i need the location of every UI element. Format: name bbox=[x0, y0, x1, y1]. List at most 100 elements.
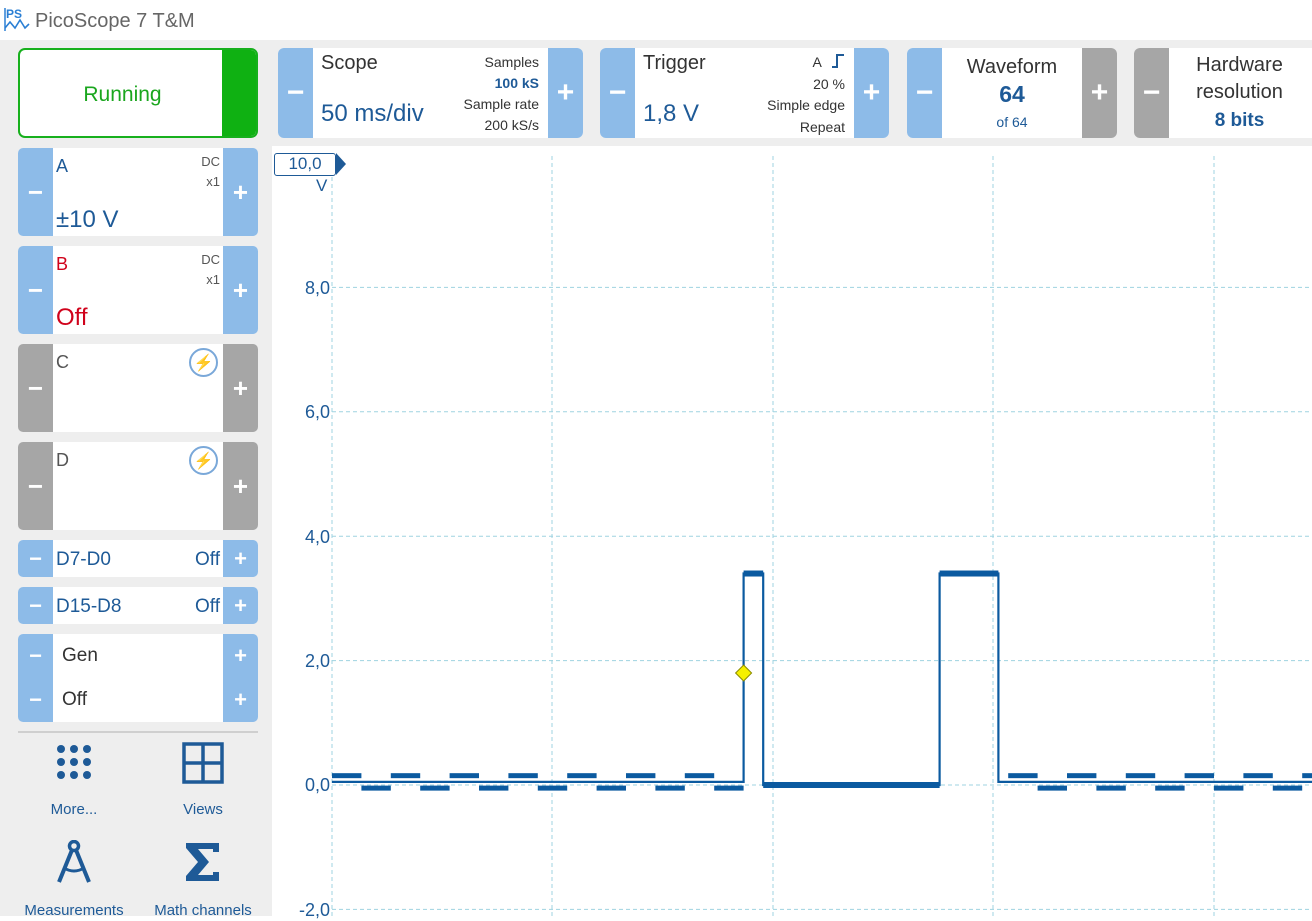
resolution-info: Hardware resolution 8 bits bbox=[1169, 48, 1310, 138]
math-channels-label: Math channels bbox=[154, 902, 252, 919]
generator-value-minus-button[interactable]: − bbox=[18, 678, 53, 722]
scope-sample-info: Samples 100 kS Sample rate 200 kS/s bbox=[464, 52, 539, 136]
channel-c-plus-button[interactable]: + bbox=[223, 344, 258, 432]
hardware-resolution-panel[interactable]: − Hardware resolution 8 bits bbox=[1134, 48, 1312, 138]
trigger-marker[interactable] bbox=[734, 664, 753, 682]
channel-a-trace bbox=[332, 572, 1312, 787]
channel-d-panel[interactable]: − D ⚡ + bbox=[18, 442, 258, 530]
waveform-info: Waveform 64 of 64 bbox=[942, 48, 1082, 138]
channel-d-plus-button[interactable]: + bbox=[223, 442, 258, 530]
generator-value: Off bbox=[62, 689, 87, 710]
trace-band bbox=[1155, 785, 1185, 791]
resolution-minus-button[interactable]: − bbox=[1134, 48, 1169, 138]
trigger-level-value: 1,8 V bbox=[643, 100, 700, 127]
trace-band bbox=[567, 773, 597, 779]
waveform-next-button[interactable]: + bbox=[1082, 48, 1117, 138]
y-axis-label-4: 4,0 bbox=[304, 527, 330, 547]
timebase-minus-button[interactable]: − bbox=[278, 48, 313, 138]
channel-c-power-icon[interactable]: ⚡ bbox=[189, 348, 218, 377]
channel-b-panel[interactable]: − B DC x1 Off + bbox=[18, 246, 258, 334]
samples-value: 100 kS bbox=[494, 75, 539, 91]
trigger-mode: Repeat bbox=[799, 118, 845, 135]
trace-band bbox=[1214, 785, 1244, 791]
channel-b-plus-button[interactable]: + bbox=[223, 246, 258, 334]
trigger-panel[interactable]: − Trigger 1,8 V A 20 % Simple edge Repea… bbox=[600, 48, 889, 138]
run-indicator bbox=[222, 50, 256, 136]
trigger-minus-button[interactable]: − bbox=[600, 48, 635, 138]
trace-band bbox=[449, 773, 479, 779]
generator-value-row: − Off + bbox=[18, 678, 258, 722]
views-grid-icon bbox=[182, 742, 224, 784]
trigger-plus-button[interactable]: + bbox=[854, 48, 889, 138]
waveform-panel[interactable]: − Waveform 64 of 64 + bbox=[907, 48, 1117, 138]
generator-plus-button[interactable]: + bbox=[223, 634, 258, 678]
trace-band bbox=[1096, 785, 1126, 791]
y-axis-label-8: 8,0 bbox=[304, 278, 330, 298]
waveform-plot[interactable] bbox=[272, 146, 1312, 916]
resolution-value: 8 bits bbox=[1214, 110, 1265, 131]
scope-panel[interactable]: − Scope 50 ms/div Samples 100 kS Sample … bbox=[278, 48, 583, 138]
scope-view[interactable] bbox=[272, 146, 1312, 916]
channel-c-panel[interactable]: − C ⚡ + bbox=[18, 344, 258, 432]
trace-band bbox=[743, 570, 764, 577]
math-channels-button[interactable]: Math channels bbox=[146, 840, 260, 919]
trace-noise-bands bbox=[332, 570, 1312, 791]
generator-row: − Gen + bbox=[18, 634, 258, 678]
trace-band bbox=[420, 785, 450, 791]
generator-minus-button[interactable]: − bbox=[18, 634, 53, 678]
generator-value-plus-button[interactable]: + bbox=[223, 678, 258, 722]
digital-d7-d0-panel[interactable]: − D7-D0 Off + bbox=[18, 540, 258, 577]
sigma-icon bbox=[186, 843, 219, 881]
views-label: Views bbox=[183, 801, 223, 818]
resolution-title-line1: Hardware bbox=[1196, 54, 1283, 76]
channel-a-coupling: DC x1 bbox=[201, 154, 220, 189]
picoscope-logo-icon: PS bbox=[4, 7, 30, 31]
run-stop-button[interactable]: Running bbox=[18, 48, 258, 138]
plot-grid bbox=[331, 156, 1312, 916]
resolution-title-line2: resolution bbox=[1196, 81, 1283, 103]
digital-d7-d0-plus-button[interactable]: + bbox=[223, 540, 258, 577]
trigger-channel: A bbox=[812, 54, 822, 70]
rising-edge-icon bbox=[832, 54, 844, 68]
trigger-pretrigger: 20 % bbox=[813, 75, 845, 92]
trace-band bbox=[1008, 773, 1038, 779]
digital-d15-d8-plus-button[interactable]: + bbox=[223, 587, 258, 624]
channel-d-power-icon[interactable]: ⚡ bbox=[189, 446, 218, 475]
measurements-label: Measurements bbox=[24, 902, 124, 919]
channel-a-minus-button[interactable]: − bbox=[18, 148, 53, 236]
more-label: More... bbox=[50, 801, 98, 818]
waveform-prev-button[interactable]: − bbox=[907, 48, 942, 138]
channel-c-name: C bbox=[56, 352, 69, 372]
channel-b-name: B bbox=[56, 254, 69, 274]
trace-band bbox=[361, 785, 391, 791]
range-flag-arrow bbox=[336, 153, 346, 175]
channel-a-plus-button[interactable]: + bbox=[223, 148, 258, 236]
views-button[interactable]: Views bbox=[163, 742, 243, 818]
trace-band bbox=[390, 773, 421, 779]
app-title: PicoScope 7 T&M bbox=[35, 10, 195, 32]
channel-c-minus-button[interactable]: − bbox=[18, 344, 53, 432]
range-flag[interactable]: 10,0 bbox=[274, 153, 336, 176]
waveform-total: of 64 bbox=[996, 114, 1028, 130]
trace-band bbox=[1302, 773, 1312, 779]
digital-d7-d0-minus-button[interactable]: − bbox=[18, 540, 53, 577]
signal-generator-panel[interactable]: − Gen + − Off + bbox=[18, 634, 258, 722]
digital-d15-d8-minus-button[interactable]: − bbox=[18, 587, 53, 624]
digital-d15-d8-panel[interactable]: − D15-D8 Off + bbox=[18, 587, 258, 624]
timebase-plus-button[interactable]: + bbox=[548, 48, 583, 138]
digital-d15-d8-value: Off bbox=[195, 596, 220, 617]
channel-a-panel[interactable]: − A DC x1 ±10 V + bbox=[18, 148, 258, 236]
channel-a-range: ±10 V bbox=[56, 206, 119, 233]
channel-b-minus-button[interactable]: − bbox=[18, 246, 53, 334]
trace-band bbox=[1037, 785, 1067, 791]
measurements-button[interactable]: Measurements bbox=[20, 839, 128, 919]
trace-band bbox=[479, 785, 509, 791]
more-button[interactable]: More... bbox=[34, 742, 114, 818]
channel-d-minus-button[interactable]: − bbox=[18, 442, 53, 530]
trace-band bbox=[684, 773, 715, 779]
channel-a-name: A bbox=[56, 156, 69, 176]
sample-rate-label: Sample rate bbox=[463, 96, 539, 112]
scope-title: Scope bbox=[321, 52, 378, 74]
trace-band bbox=[332, 773, 362, 779]
y-axis-label-neg2: -2,0 bbox=[298, 900, 330, 920]
